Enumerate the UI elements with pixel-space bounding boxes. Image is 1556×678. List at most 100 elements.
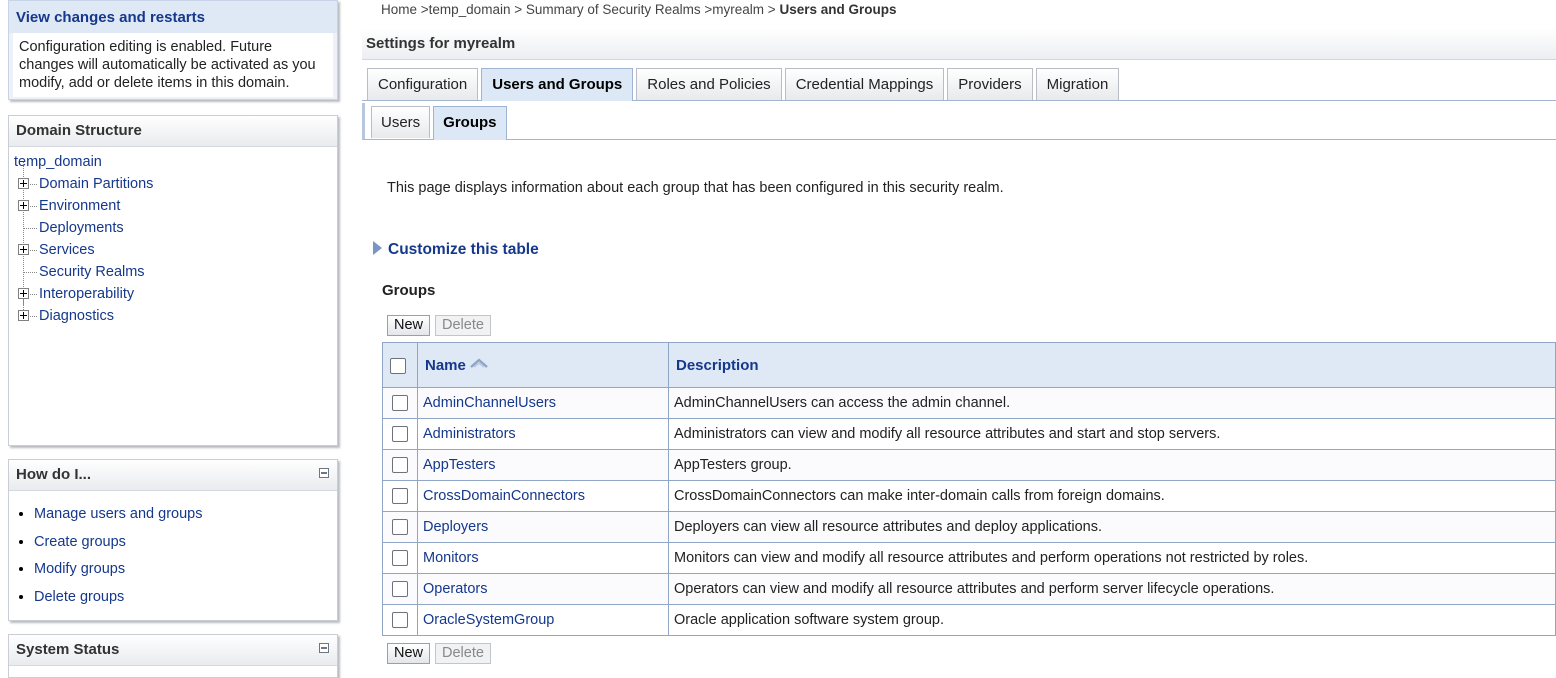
table-row: Deployers Deployers can view all resourc… (382, 511, 1556, 543)
name-cell: OracleSystemGroup (417, 604, 669, 636)
description-cell: Monitors can view and modify all resourc… (668, 542, 1556, 574)
how-do-i-panel: How do I... Manage users and groups Crea… (8, 459, 338, 621)
group-link[interactable]: Administrators (423, 426, 516, 442)
delete-button[interactable]: Delete (435, 315, 491, 336)
subtab-groups[interactable]: Groups (433, 106, 507, 140)
list-item: Create groups (34, 529, 337, 557)
row-checkbox[interactable] (392, 519, 408, 536)
table-row: Administrators Administrators can view a… (382, 418, 1556, 450)
tab-providers[interactable]: Providers (947, 68, 1033, 100)
change-center-panel: View changes and restarts Configuration … (8, 0, 338, 100)
row-select-cell (382, 511, 418, 543)
tab-roles-and-policies[interactable]: Roles and Policies (636, 68, 782, 100)
breadcrumb-summary-security-realms[interactable]: Summary of Security Realms > (526, 2, 712, 17)
row-select-cell (382, 542, 418, 574)
expand-icon[interactable] (18, 244, 29, 255)
tree-link-interoperability[interactable]: Interoperability (39, 286, 134, 302)
group-link[interactable]: Monitors (423, 550, 479, 566)
expand-triangle-icon (373, 241, 382, 255)
tab-users-and-groups[interactable]: Users and Groups (481, 68, 634, 101)
change-center-message: Configuration editing is enabled. Future… (13, 33, 333, 97)
row-select-cell (382, 418, 418, 450)
domain-structure-panel: Domain Structure temp_domain Domain Part… (8, 115, 338, 446)
expand-icon[interactable] (18, 178, 29, 189)
help-link-modify-groups[interactable]: Modify groups (34, 561, 125, 577)
table-toolbar-top: New Delete (387, 315, 496, 336)
name-cell: Administrators (417, 418, 669, 450)
tree-link-domain-partitions[interactable]: Domain Partitions (39, 176, 153, 192)
customize-table-toggle[interactable]: Customize this table (373, 241, 539, 259)
list-item: Modify groups (34, 556, 337, 584)
new-button[interactable]: New (387, 643, 431, 664)
new-button[interactable]: New (387, 315, 431, 336)
breadcrumb-home[interactable]: Home > (381, 2, 429, 17)
group-link[interactable]: Operators (423, 581, 487, 597)
select-all-checkbox[interactable] (390, 357, 406, 374)
description-cell: CrossDomainConnectors can make inter-dom… (668, 480, 1556, 512)
name-cell: Deployers (417, 511, 669, 543)
tree-link-environment[interactable]: Environment (39, 198, 120, 214)
table-row: Monitors Monitors can view and modify al… (382, 542, 1556, 574)
collapse-icon[interactable] (319, 468, 329, 478)
row-checkbox[interactable] (392, 581, 408, 598)
table-row: CrossDomainConnectors CrossDomainConnect… (382, 480, 1556, 512)
description-cell: AppTesters group. (668, 449, 1556, 481)
expand-icon[interactable] (18, 310, 29, 321)
name-cell: AdminChannelUsers (417, 387, 669, 419)
table-header-row: Name Description (382, 342, 1556, 388)
tab-credential-mappings[interactable]: Credential Mappings (784, 68, 945, 100)
table-row: OracleSystemGroup Oracle application sof… (382, 604, 1556, 636)
description-cell: AdminChannelUsers can access the admin c… (668, 387, 1556, 419)
delete-button[interactable]: Delete (435, 643, 491, 664)
breadcrumb-domain[interactable]: temp_domain > (429, 2, 522, 17)
row-checkbox[interactable] (392, 457, 408, 474)
expand-icon[interactable] (18, 200, 29, 211)
view-changes-link[interactable]: View changes and restarts (9, 1, 337, 33)
description-cell: Administrators can view and modify all r… (668, 418, 1556, 450)
tree-item-environment: Environment (13, 184, 333, 217)
row-checkbox[interactable] (392, 395, 408, 412)
tree-link-security-realms[interactable]: Security Realms (39, 264, 145, 280)
customize-table-label: Customize this table (388, 241, 539, 258)
domain-tree: temp_domain Domain Partitions Environmen… (9, 147, 337, 331)
group-link[interactable]: OracleSystemGroup (423, 612, 554, 628)
name-cell: Monitors (417, 542, 669, 574)
help-link-create-groups[interactable]: Create groups (34, 534, 126, 550)
tree-item-interoperability: Interoperability (13, 272, 333, 305)
group-link[interactable]: AppTesters (423, 457, 496, 473)
group-link[interactable]: CrossDomainConnectors (423, 488, 585, 504)
row-checkbox[interactable] (392, 488, 408, 505)
table-row: Operators Operators can view and modify … (382, 573, 1556, 605)
system-status-panel: System Status (8, 634, 338, 678)
breadcrumb-myrealm[interactable]: myrealm > (712, 2, 775, 17)
table-toolbar-bottom: New Delete (387, 643, 496, 664)
domain-structure-title: Domain Structure (9, 116, 337, 147)
group-link[interactable]: Deployers (423, 519, 488, 535)
help-link-delete-groups[interactable]: Delete groups (34, 589, 124, 605)
row-checkbox[interactable] (392, 550, 408, 567)
page-title: Settings for myrealm (362, 28, 1556, 60)
column-header-name[interactable]: Name (417, 342, 669, 388)
tab-configuration[interactable]: Configuration (367, 68, 479, 100)
how-do-i-list: Manage users and groups Create groups Mo… (9, 501, 337, 611)
tab-migration[interactable]: Migration (1035, 68, 1120, 100)
tree-link-diagnostics[interactable]: Diagnostics (39, 308, 114, 324)
group-link[interactable]: AdminChannelUsers (423, 395, 556, 411)
row-checkbox[interactable] (392, 612, 408, 629)
breadcrumb-current: Users and Groups (779, 2, 897, 17)
tree-item-deployments: Deployments (13, 206, 333, 239)
help-link-manage-users-groups[interactable]: Manage users and groups (34, 506, 202, 522)
sort-ascending-icon[interactable] (470, 356, 488, 373)
subtab-users[interactable]: Users (371, 106, 431, 138)
expand-icon[interactable] (18, 288, 29, 299)
table-row: AdminChannelUsers AdminChannelUsers can … (382, 387, 1556, 419)
tree-link-deployments[interactable]: Deployments (39, 220, 124, 236)
collapse-icon[interactable] (319, 643, 329, 653)
tree-link-services[interactable]: Services (39, 242, 95, 258)
tree-root-temp-domain[interactable]: temp_domain (13, 151, 333, 173)
select-all-cell (382, 342, 418, 388)
table-title: Groups (382, 282, 436, 299)
row-checkbox[interactable] (392, 426, 408, 443)
column-header-description[interactable]: Description (668, 342, 1556, 388)
tree-item-domain-partitions: Domain Partitions (13, 162, 333, 195)
